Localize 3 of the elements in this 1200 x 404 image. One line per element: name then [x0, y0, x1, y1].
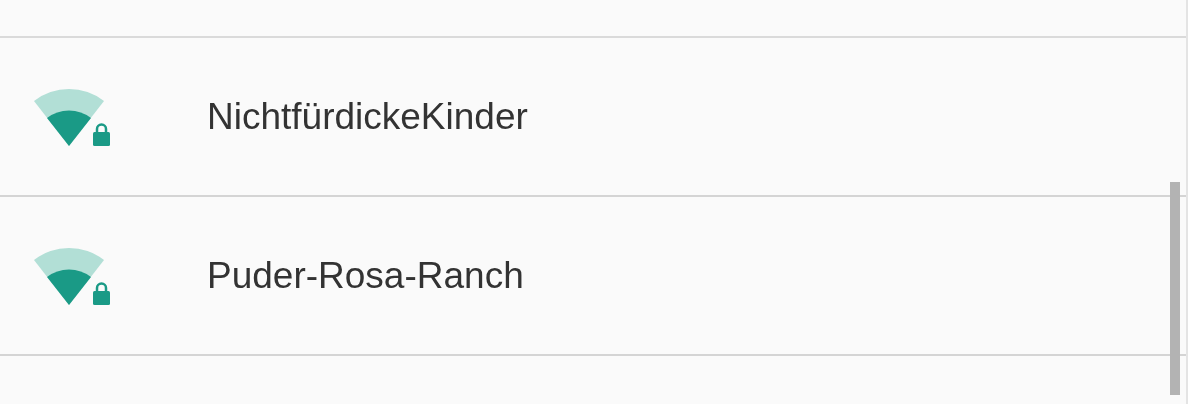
network-name[interactable]: Puder-Rosa-Ranch — [207, 254, 524, 297]
network-name[interactable]: NichtfürdickeKinder — [207, 95, 528, 138]
scrollbar[interactable] — [1170, 182, 1180, 395]
